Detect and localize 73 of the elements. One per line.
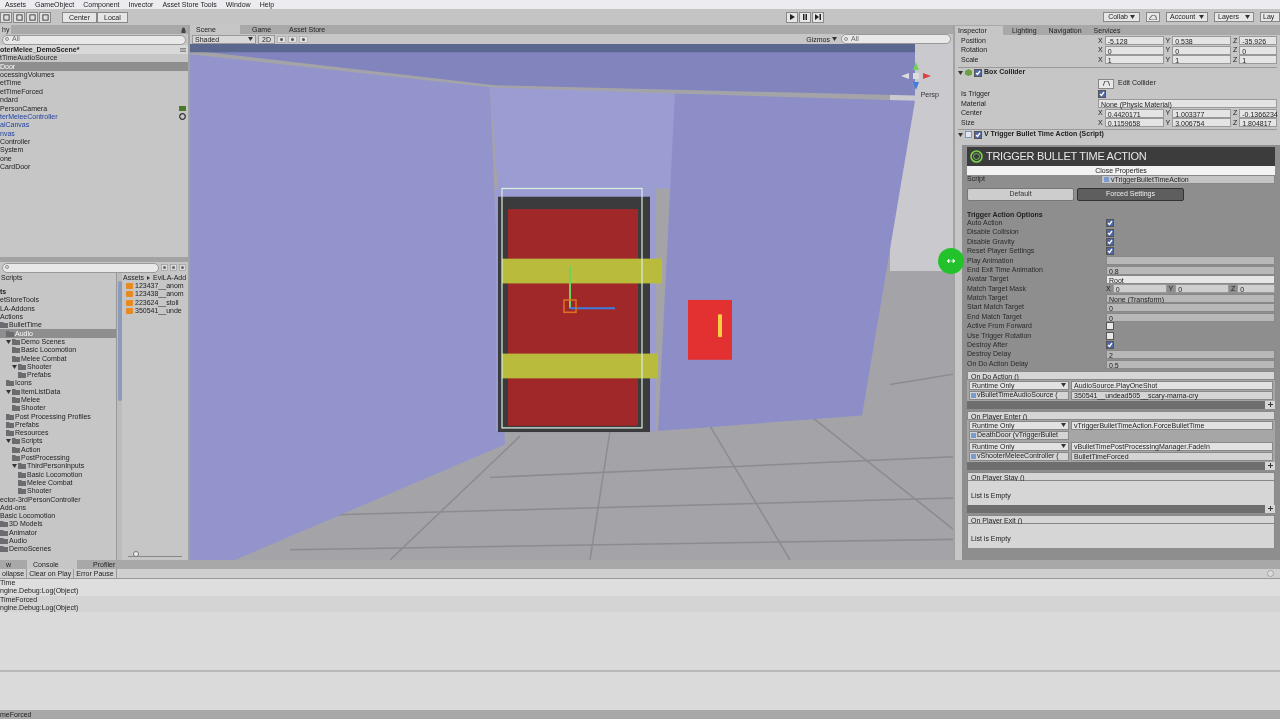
star-icon[interactable]	[179, 264, 186, 271]
script-icon	[1104, 177, 1109, 182]
step-icon	[815, 14, 822, 20]
tool-button[interactable]	[0, 11, 12, 23]
caret-icon	[832, 37, 837, 41]
orientation-gizmo-icon[interactable]	[901, 62, 931, 90]
ring-icon	[970, 149, 983, 163]
caret-icon	[958, 132, 963, 137]
add-button[interactable]	[1265, 504, 1275, 513]
plus-icon	[1267, 402, 1273, 408]
play-icon	[789, 14, 796, 20]
caret-icon	[1245, 15, 1250, 19]
caret-icon	[146, 275, 151, 280]
caret-icon	[6, 389, 11, 394]
search-icon	[5, 265, 10, 270]
checkmark-icon	[975, 69, 981, 76]
pause-button[interactable]	[799, 11, 812, 23]
label-icon[interactable]	[161, 264, 168, 271]
tool-button[interactable]	[39, 11, 51, 23]
caret-icon	[1130, 15, 1135, 19]
search-icon	[844, 36, 849, 42]
pause-icon	[802, 14, 809, 20]
checkbox[interactable]	[1106, 228, 1114, 237]
checkmark-icon	[1107, 342, 1113, 349]
text-field[interactable]	[1106, 256, 1275, 266]
zoom-slider-thumb[interactable]	[133, 551, 140, 557]
edit-collider-button[interactable]	[1098, 78, 1114, 89]
checkmark-icon	[1099, 91, 1105, 98]
light-icon[interactable]	[276, 35, 286, 43]
collider-icon	[1102, 81, 1110, 86]
image-icon[interactable]	[298, 35, 308, 43]
checkbox[interactable]	[1106, 219, 1114, 228]
step-button[interactable]	[812, 11, 825, 23]
checkbox[interactable]	[1106, 322, 1114, 331]
checkbox[interactable]	[1106, 247, 1114, 256]
checkbox[interactable]	[1106, 341, 1114, 350]
cube-icon	[965, 69, 972, 76]
add-button[interactable]	[1265, 461, 1275, 470]
banner-title: TRIGGER BULLET TIME ACTION	[986, 148, 1147, 164]
search-icon	[5, 37, 10, 42]
caret-icon	[248, 37, 253, 41]
cloud-icon	[1149, 14, 1157, 20]
caret-icon	[958, 70, 963, 75]
checkmark-icon	[975, 131, 981, 138]
checkbox[interactable]	[1106, 237, 1114, 246]
checkbox[interactable]	[1098, 90, 1106, 99]
script-icon	[971, 453, 976, 459]
tag-icon[interactable]	[170, 264, 177, 271]
play-button[interactable]	[786, 11, 799, 23]
plus-icon	[1267, 463, 1273, 469]
caret-icon	[12, 364, 17, 369]
script-icon	[971, 432, 976, 438]
tool-button[interactable]	[26, 11, 38, 23]
checkbox[interactable]	[974, 68, 982, 77]
caret-icon	[6, 439, 11, 444]
caret-icon	[12, 464, 17, 469]
add-button[interactable]	[1265, 400, 1275, 409]
cloud-button[interactable]	[1146, 12, 1160, 22]
caret-icon	[1199, 15, 1204, 19]
checkbox[interactable]	[1106, 331, 1114, 340]
caret-icon	[1061, 423, 1066, 428]
double-arrow-icon	[947, 259, 955, 263]
lock-icon[interactable]	[181, 26, 186, 33]
scrollbar-thumb[interactable]	[117, 281, 122, 401]
script-icon	[971, 392, 976, 398]
plus-icon	[1267, 506, 1273, 512]
tool-button[interactable]	[13, 11, 25, 23]
caret-icon	[1061, 383, 1066, 388]
caret-icon	[1061, 444, 1066, 449]
speaker-icon[interactable]	[287, 35, 297, 43]
checkbox[interactable]	[974, 130, 982, 139]
search-field[interactable]	[2, 262, 159, 273]
script-icon	[965, 131, 972, 138]
